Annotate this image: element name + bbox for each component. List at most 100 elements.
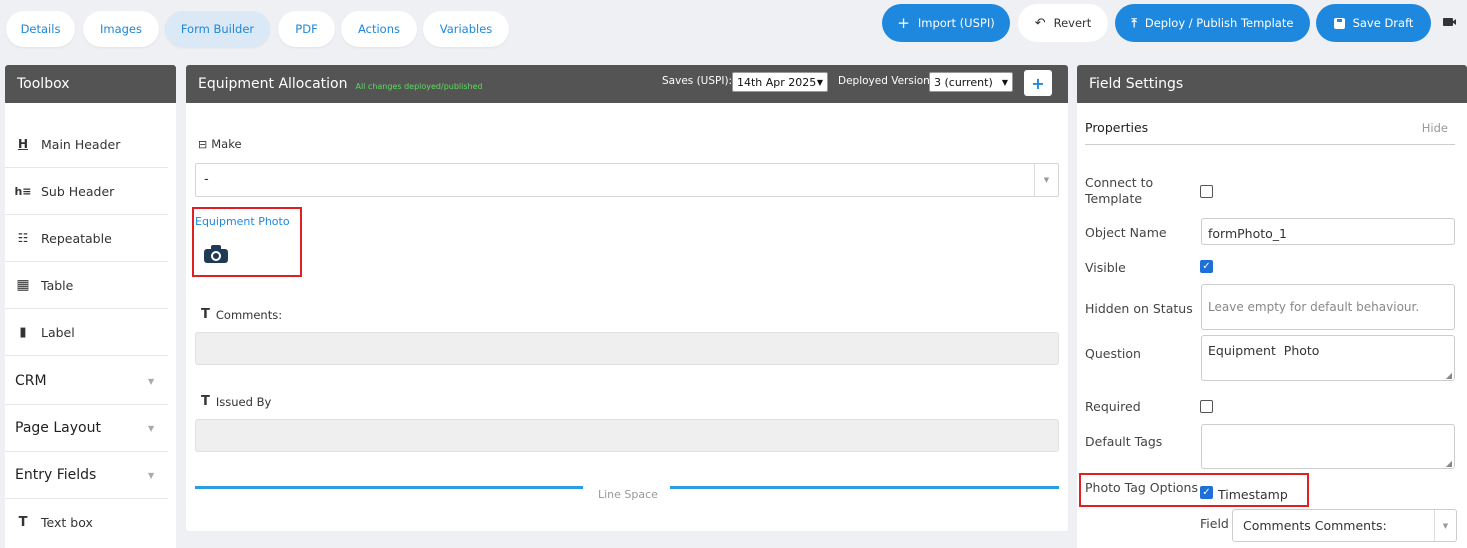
visible-checkbox[interactable]: ✓ <box>1200 260 1213 273</box>
category-label: Page Layout <box>15 420 101 436</box>
tab-form-builder[interactable]: Form Builder <box>165 11 270 47</box>
saves-label: Saves (USPI): <box>662 75 733 87</box>
toolbox-category-entry-fields[interactable]: Entry Fields ▼ <box>5 452 168 499</box>
toolbox-item-label[interactable]: ▮ Label <box>5 309 168 356</box>
resize-handle-icon[interactable]: ◢ <box>1446 371 1452 380</box>
hidden-status-placeholder: Leave empty for default behaviour. <box>1208 300 1420 314</box>
caret-down-icon: ▼ <box>1034 164 1058 196</box>
toolbox-category-crm[interactable]: CRM ▼ <box>5 358 168 405</box>
toolbox-item-label: Repeatable <box>41 230 112 246</box>
table-icon: ▦ <box>16 277 30 293</box>
main-header-icon: H <box>17 137 29 151</box>
toolbox-item-label: Table <box>41 277 74 293</box>
deploy-button-label: Deploy / Publish Template <box>1144 16 1294 30</box>
toolbox-item-main-header[interactable]: H Main Header <box>5 121 168 168</box>
toolbox-title: Toolbox <box>17 76 70 92</box>
toolbox-item-label: Text box <box>41 515 93 530</box>
resize-handle-icon[interactable]: ◢ <box>1446 459 1452 468</box>
object-name-input[interactable]: formPhoto_1 <box>1201 218 1455 245</box>
comments-label-text: Comments: <box>215 307 283 322</box>
saves-select-value: 14th Apr 2025 <box>737 75 817 89</box>
toolbox-item-label: Sub Header <box>41 183 115 199</box>
tab-pdf[interactable]: PDF <box>278 11 335 47</box>
question-value: Equipment Photo <box>1208 343 1320 358</box>
field-label: Field <box>1200 516 1229 531</box>
question-label: Question <box>1085 346 1141 361</box>
caret-down-icon: ▼ <box>148 376 155 386</box>
chevron-down-icon: ▼ <box>816 77 823 87</box>
deployed-label: Deployed Version: <box>838 75 934 87</box>
object-name-label: Object Name <box>1085 225 1167 240</box>
category-label: Entry Fields <box>15 467 97 483</box>
connect-template-label: Connect to Template <box>1085 175 1154 206</box>
revert-button[interactable]: ↶ Revert <box>1018 4 1108 42</box>
form-title: Equipment Allocation <box>198 76 348 92</box>
chevron-down-icon: ▼ <box>1001 77 1008 87</box>
toolbox-item-label: Main Header <box>41 136 121 152</box>
field-select[interactable]: Comments Comments: ▼ <box>1232 509 1457 542</box>
video-icon-lens <box>1452 19 1456 25</box>
tab-actions[interactable]: Actions <box>341 11 417 47</box>
tab-variables[interactable]: Variables <box>423 11 509 47</box>
visible-label: Visible <box>1085 260 1126 275</box>
deployed-select-value: 3 (current) <box>934 75 993 89</box>
toolbox-header: Toolbox <box>5 65 176 103</box>
saves-select[interactable]: 14th Apr 2025 ▼ <box>732 72 828 92</box>
properties-heading: Properties <box>1085 120 1149 135</box>
make-field-label: ⊟ Make <box>198 137 242 151</box>
make-label-text: Make <box>211 137 242 151</box>
connect-template-checkbox[interactable] <box>1200 185 1213 198</box>
hidden-status-label: Hidden on Status <box>1085 301 1193 316</box>
required-label: Required <box>1085 399 1141 414</box>
default-tags-textarea[interactable]: ◢ <box>1201 424 1455 469</box>
toolbox-item-repeatable[interactable]: ☷ Repeatable <box>5 215 168 262</box>
tab-details[interactable]: Details <box>6 11 75 47</box>
default-tags-label: Default Tags <box>1085 434 1163 449</box>
toolbox-item-sub-header[interactable]: h≡ Sub Header <box>5 168 168 215</box>
text-icon: T <box>201 307 210 322</box>
add-version-button[interactable]: + <box>1024 70 1052 96</box>
form-canvas-panel: Equipment Allocation All changes deploye… <box>186 65 1068 531</box>
hidden-status-input[interactable]: Leave empty for default behaviour. <box>1201 284 1455 330</box>
toolbox-category-page-layout[interactable]: Page Layout ▼ <box>5 405 168 452</box>
question-textarea[interactable]: Equipment Photo ◢ <box>1201 335 1455 381</box>
hide-properties-link[interactable]: Hide <box>1422 121 1448 135</box>
text-icon: T <box>18 515 28 530</box>
import-button-label: Import (USPI) <box>917 16 995 30</box>
text-icon: T <box>201 394 210 409</box>
revert-button-label: Revert <box>1053 16 1092 30</box>
line-space-label: Line Space <box>598 488 658 501</box>
field-select-value: Comments Comments: <box>1243 518 1387 533</box>
issued-by-field[interactable] <box>195 419 1059 452</box>
toolbox-item-label-text: Label <box>41 324 75 340</box>
save-draft-button[interactable]: Save Draft <box>1316 4 1431 42</box>
save-draft-button-label: Save Draft <box>1352 16 1414 30</box>
save-icon <box>1333 17 1345 29</box>
comments-field[interactable] <box>195 332 1059 365</box>
line-space-divider-left <box>195 486 583 489</box>
upload-icon: ⤒ <box>1131 15 1137 30</box>
tab-images[interactable]: Images <box>83 11 159 47</box>
plus-icon: + <box>1031 73 1045 93</box>
dropdown-field-icon: ⊟ <box>198 137 208 151</box>
caret-down-icon: ▼ <box>148 470 155 480</box>
deployed-version-select[interactable]: 3 (current) ▼ <box>929 72 1013 92</box>
toolbox-item-text-box[interactable]: T Text box <box>5 499 168 546</box>
issued-by-field-label: T Issued By <box>201 394 271 409</box>
line-space-divider-right <box>670 486 1059 489</box>
toolbox-item-table[interactable]: ▦ Table <box>5 262 168 309</box>
required-checkbox[interactable] <box>1200 400 1213 413</box>
object-name-value: formPhoto_1 <box>1208 226 1288 241</box>
repeatable-icon: ☷ <box>17 231 29 245</box>
label-icon: ▮ <box>19 324 27 340</box>
deploy-button[interactable]: ⤒ Deploy / Publish Template <box>1115 4 1310 42</box>
properties-divider <box>1085 144 1455 145</box>
sub-header-icon: h≡ <box>14 184 32 198</box>
comments-field-label: T Comments: <box>201 307 282 322</box>
import-button[interactable]: + Import (USPI) <box>882 4 1010 42</box>
caret-down-icon: ▼ <box>148 423 155 433</box>
category-label: CRM <box>15 373 47 389</box>
make-select-value: - <box>204 172 209 187</box>
photo-tag-highlight-box <box>1079 473 1309 507</box>
make-select[interactable]: - ▼ <box>195 163 1059 197</box>
